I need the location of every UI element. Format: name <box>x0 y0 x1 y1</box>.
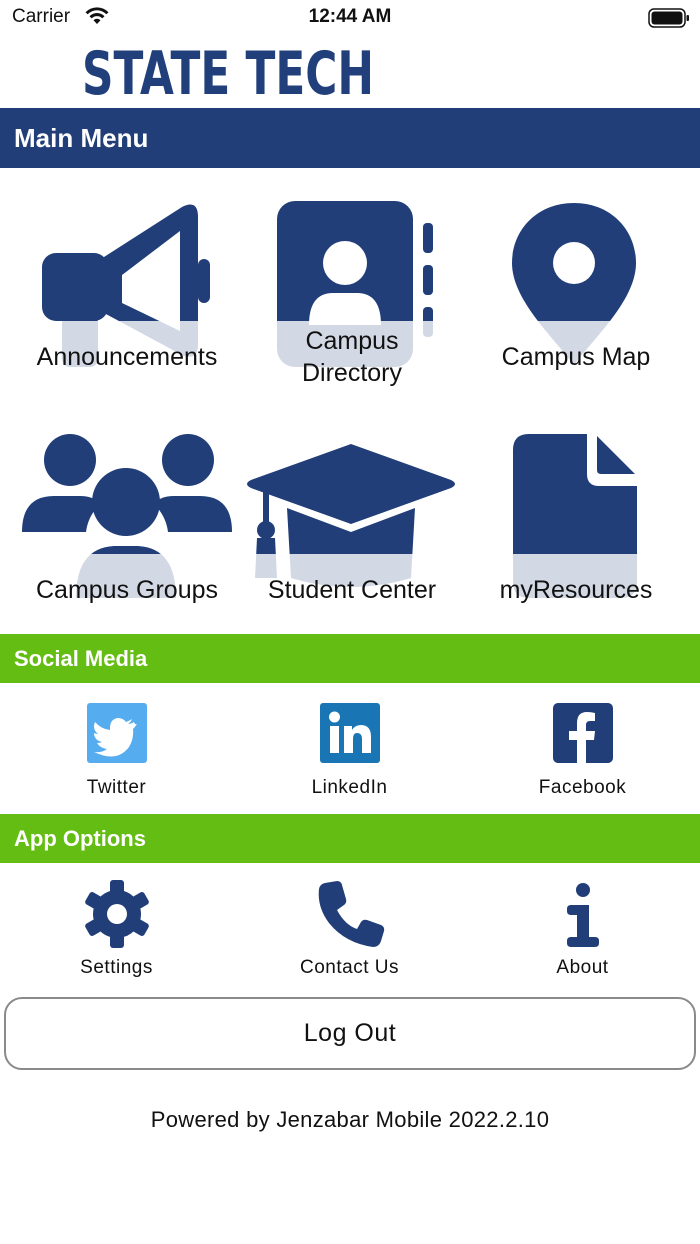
logo-text: STATE TECH <box>82 39 374 100</box>
state-tech-logo: STATE TECH <box>82 39 374 100</box>
facebook-icon <box>553 703 613 763</box>
main-menu-header: Main Menu <box>0 108 700 168</box>
settings-button[interactable]: Settings <box>0 863 233 993</box>
tile-label-myresources: myResources <box>499 576 653 604</box>
about-label: About <box>556 957 609 978</box>
logout-label: Log Out <box>303 1019 397 1047</box>
contact-us-label: Contact Us <box>300 957 399 978</box>
tile-myresources[interactable]: myResources <box>463 428 689 628</box>
settings-label: Settings <box>80 957 153 978</box>
about-button[interactable]: About <box>466 863 699 993</box>
tile-campus-groups[interactable]: Campus Groups <box>14 428 240 628</box>
twitter-icon <box>87 703 147 763</box>
tile-label-campus-map: Campus Map <box>501 343 651 371</box>
tile-label-student-center: Student Center <box>267 576 437 604</box>
phone-icon <box>318 881 385 947</box>
twitter-label: Twitter <box>86 777 147 798</box>
tile-announcements[interactable]: Announcements <box>14 195 240 395</box>
tile-label-campus-directory: Campus Directory <box>301 327 402 387</box>
logout-button[interactable]: Log Out <box>4 997 696 1070</box>
battery-icon <box>648 8 689 28</box>
linkedin-label: LinkedIn <box>311 777 388 798</box>
clock: 12:44 AM <box>308 6 392 27</box>
facebook-button[interactable]: Facebook <box>466 683 699 803</box>
footer-text: Powered by Jenzabar Mobile 2022.2.10 <box>150 1107 550 1132</box>
app-options-header: App Options <box>0 814 700 863</box>
tile-campus-map[interactable]: Campus Map <box>463 195 689 395</box>
social-media-header: Social Media <box>0 634 700 683</box>
tile-label-campus-groups: Campus Groups <box>35 576 219 604</box>
tile-student-center[interactable]: Student Center <box>239 428 465 628</box>
status-bar: Carrier 12:44 AM <box>0 0 700 36</box>
linkedin-button[interactable]: LinkedIn <box>233 683 466 803</box>
gear-icon <box>85 880 149 948</box>
main-menu-title: Main Menu <box>14 122 149 153</box>
tile-label-announcements: Announcements <box>36 343 218 371</box>
twitter-button[interactable]: Twitter <box>0 683 233 803</box>
info-icon <box>567 883 599 947</box>
facebook-label: Facebook <box>538 777 627 798</box>
contact-us-button[interactable]: Contact Us <box>233 863 466 993</box>
tile-campus-directory[interactable]: Campus Directory <box>239 195 465 395</box>
linkedin-icon <box>320 703 380 763</box>
social-media-title: Social Media <box>14 645 148 671</box>
app-options-title: App Options <box>14 825 146 851</box>
